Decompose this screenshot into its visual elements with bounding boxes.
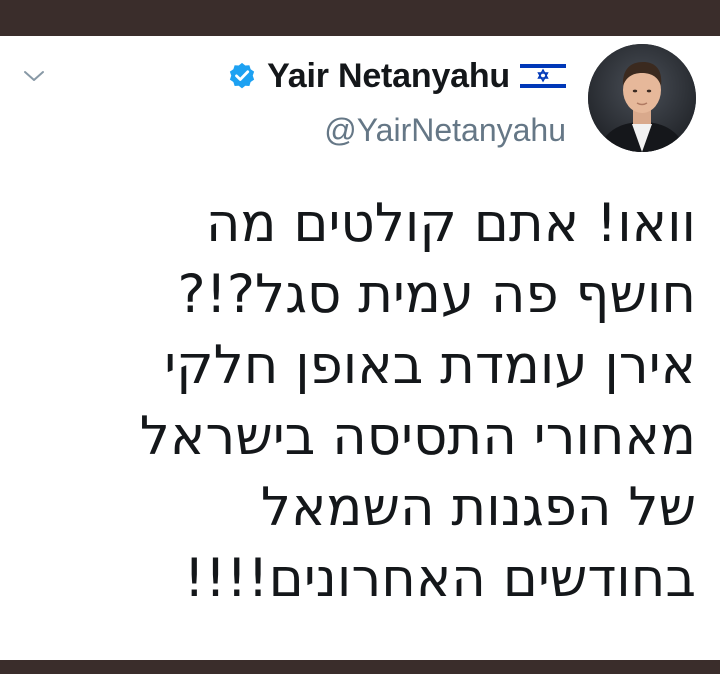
author-name-row[interactable]: Yair Netanyahu (227, 56, 566, 96)
tweet-line: חושף פה עמית סגל?!? (177, 264, 696, 325)
author-handle[interactable]: @YairNetanyahu (324, 112, 566, 149)
israel-flag-icon (520, 60, 566, 92)
tweet-text: וואו! אתם קולטים מה חושף פה עמית סגל?!? … (16, 188, 696, 614)
profile-avatar[interactable] (588, 44, 696, 152)
chevron-down-icon[interactable] (22, 64, 46, 88)
author-display-name: Yair Netanyahu (267, 56, 510, 95)
tweet-line: בחודשים האחרונים!!!! (183, 548, 696, 609)
tweet-line: אירן עומדת באופן חלקי (164, 335, 696, 396)
tweet-line: מאחורי התסיסה בישראל (139, 406, 696, 467)
avatar-image (588, 44, 696, 152)
bottom-frame-bar (0, 660, 720, 674)
tweet-line: של הפגנות השמאל (260, 477, 696, 538)
tweet-card: Yair Netanyahu @YairNetanyahu וואו! אתם … (0, 36, 720, 660)
top-frame-bar (0, 0, 720, 36)
tweet-line: וואו! אתם קולטים מה (205, 193, 696, 254)
verified-badge-icon (230, 62, 255, 89)
